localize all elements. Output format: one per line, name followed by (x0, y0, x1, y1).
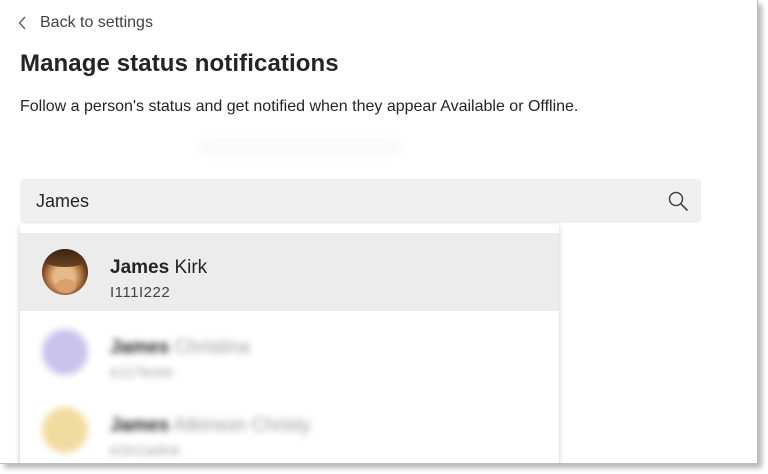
search-box[interactable] (20, 179, 701, 223)
result-name: James Kirk (110, 257, 207, 279)
page-description: Follow a person's status and get notifie… (20, 98, 579, 115)
avatar (42, 407, 88, 453)
search-icon[interactable] (667, 190, 689, 212)
avatar (42, 249, 88, 295)
back-label: Back to settings (40, 14, 153, 31)
page-title: Manage status notifications (20, 50, 339, 77)
result-name-match: James (110, 337, 170, 358)
search-input[interactable] (36, 179, 636, 223)
result-name: James Atkinson Christy (110, 415, 311, 437)
result-name-match: James (110, 415, 170, 436)
search-results-dropdown: James Kirk I111I222 James Christina e11T… (20, 224, 559, 463)
result-name-match: James (110, 257, 170, 278)
obscured-text (200, 138, 400, 156)
result-subtitle: I111I222 (110, 284, 171, 301)
result-subtitle: e11Teste (110, 364, 174, 381)
result-subtitle: e2e1adne (110, 442, 181, 459)
result-name-rest: Christina (169, 337, 250, 358)
settings-panel: Back to settings Manage status notificat… (0, 0, 758, 464)
back-to-settings-link[interactable]: Back to settings (18, 14, 153, 32)
result-name-rest: Kirk (169, 257, 208, 278)
chevron-left-icon (18, 16, 26, 30)
result-item[interactable]: James Kirk I111I222 (20, 233, 559, 311)
result-item[interactable]: James Atkinson Christy e2e1adne (20, 391, 559, 463)
result-item[interactable]: James Christina e11Teste (20, 313, 559, 391)
avatar (42, 329, 88, 375)
result-name-rest: Atkinson Christy (169, 415, 311, 436)
result-name: James Christina (110, 337, 249, 359)
